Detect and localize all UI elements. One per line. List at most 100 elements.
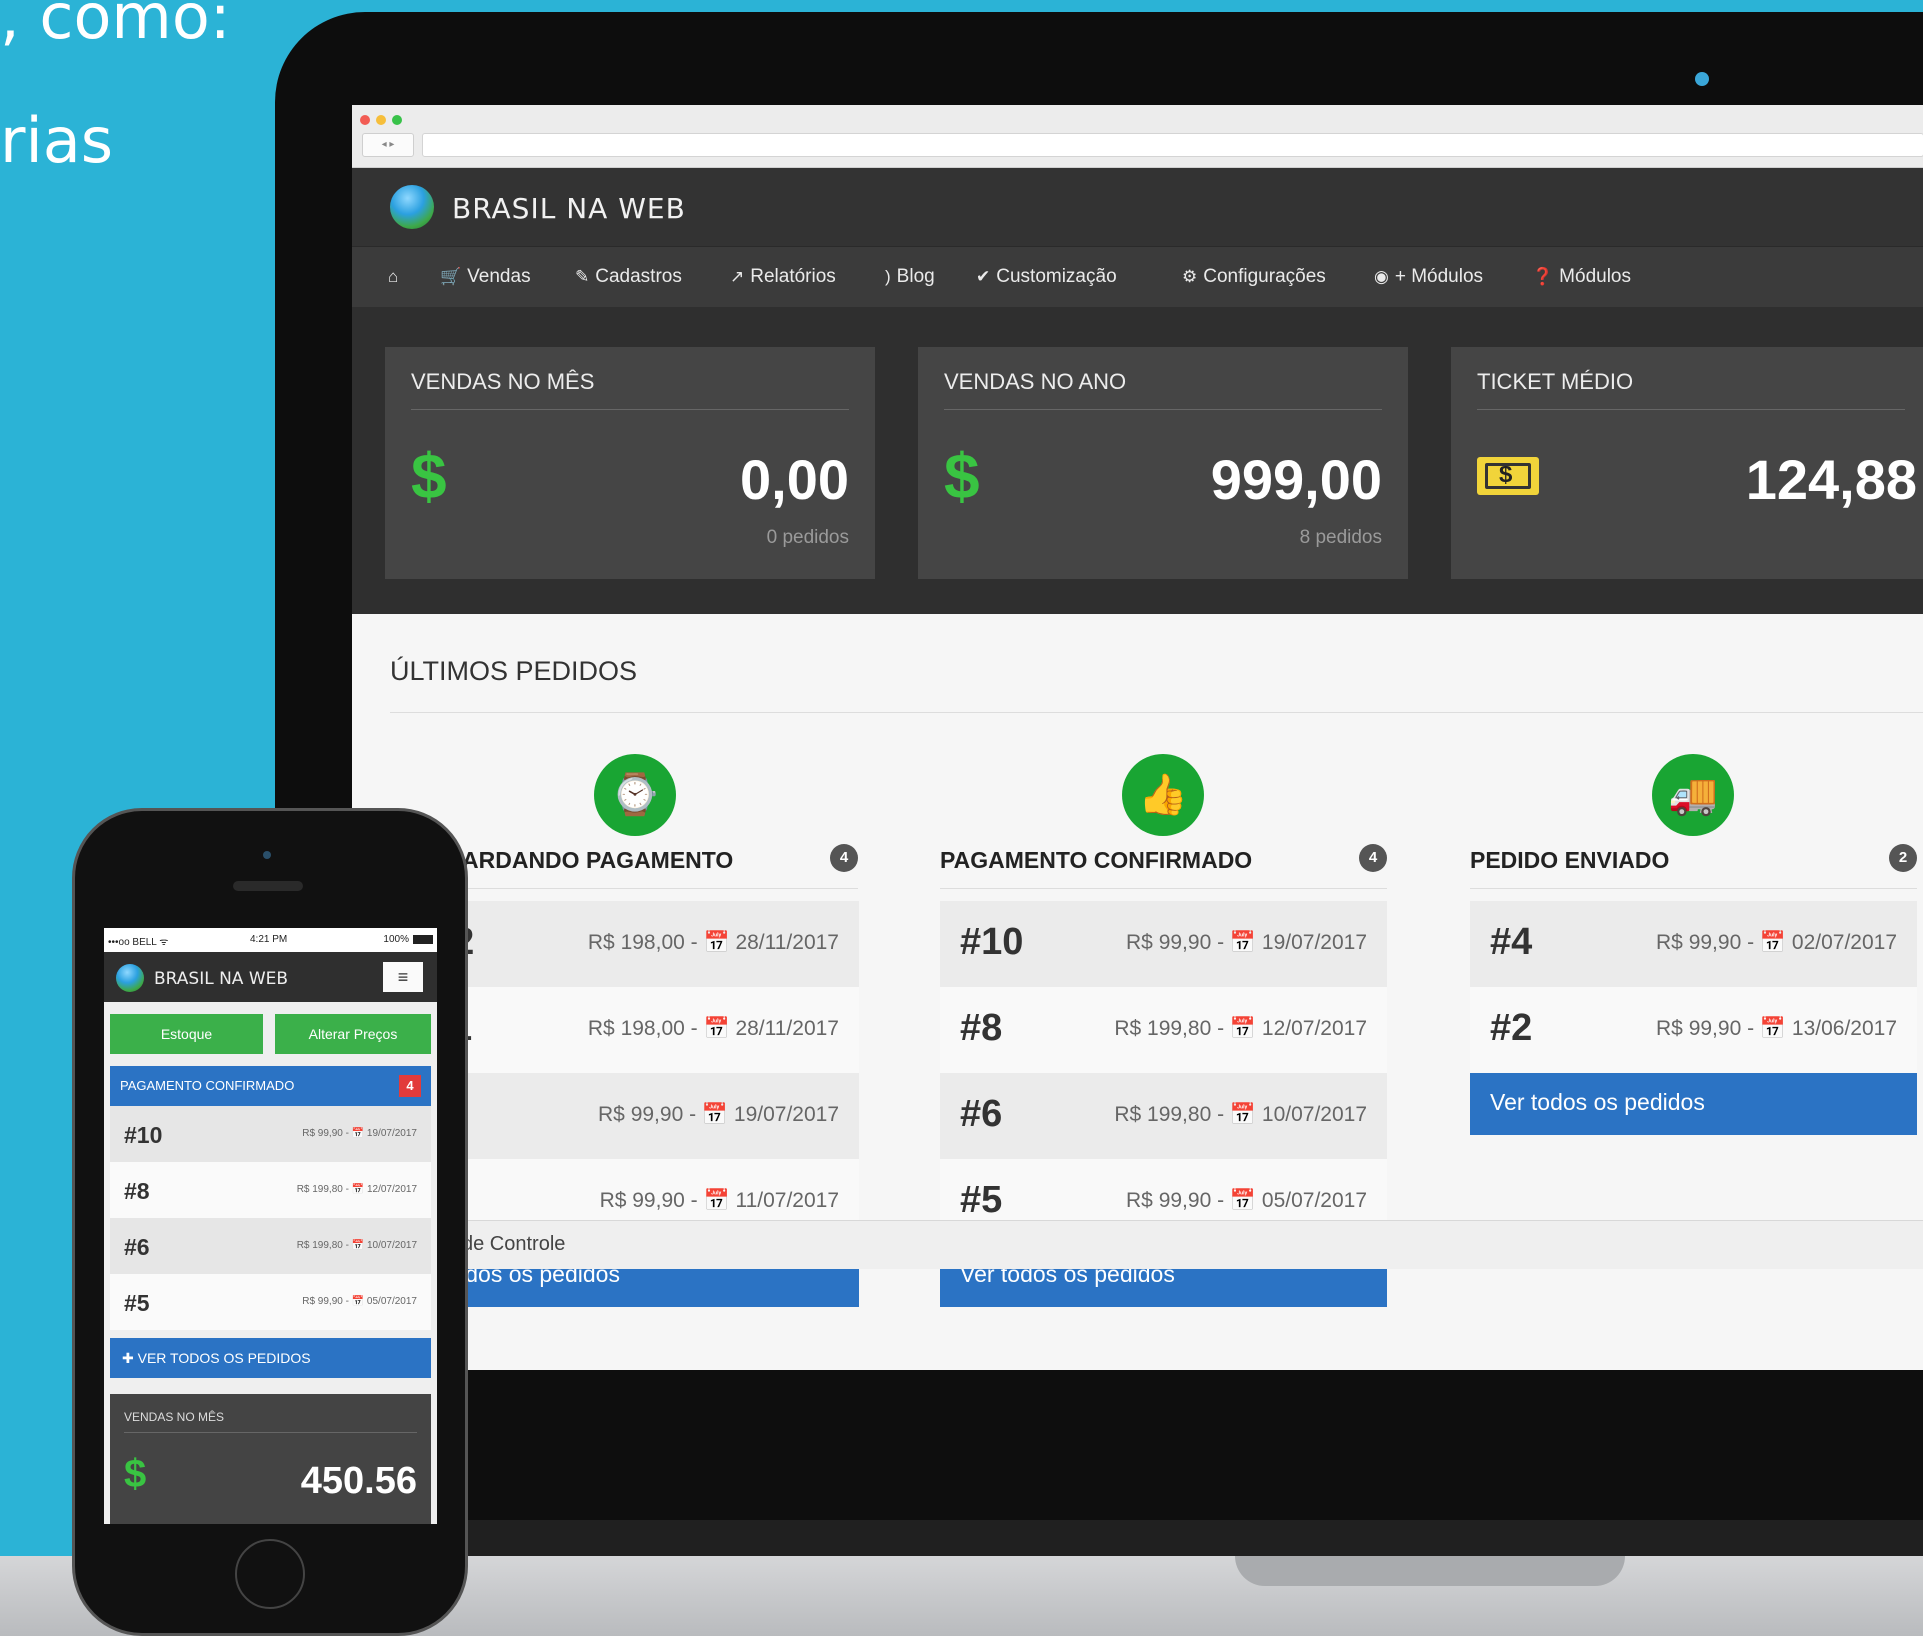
menu-item-relatorios[interactable]: ↗ Relatórios [730, 247, 836, 307]
view-all-orders-button[interactable]: Ver todos os pedidos [1470, 1073, 1917, 1135]
url-bar[interactable] [422, 133, 1923, 157]
order-row[interactable]: #10 R$ 99,90 - 📅 19/07/2017 [940, 901, 1387, 987]
menu-item-configuracoes[interactable]: ⚙ Configurações [1182, 247, 1326, 307]
menu-label: Blog [896, 266, 935, 287]
order-row[interactable]: 9 R$ 99,90 - 📅 19/07/2017 [412, 1073, 859, 1159]
order-row[interactable]: #6 R$ 199,80 - 📅 10/07/2017 [940, 1073, 1387, 1159]
chart-icon: ↗ [730, 267, 745, 286]
brush-icon: ✔ [976, 267, 991, 286]
menu-label: Configurações [1203, 266, 1326, 287]
stat-card-vendas-mes: VENDAS NO MÊS $ 0,00 0 pedidos [385, 347, 875, 579]
order-number: #6 [124, 1234, 150, 1260]
order-info: R$ 99,90 - 📅 05/07/2017 [1126, 1189, 1367, 1212]
stat-value: 124,88 [1745, 448, 1917, 511]
count-badge: 2 [1889, 844, 1917, 872]
divider [390, 712, 1923, 713]
close-dot[interactable] [360, 115, 370, 125]
home-button[interactable] [235, 1539, 305, 1609]
money-icon: $ [1477, 457, 1539, 495]
menu-item-vendas[interactable]: 🛒 Vendas [440, 247, 531, 307]
order-number: #5 [124, 1290, 150, 1316]
stat-title: VENDAS NO ANO [944, 369, 1127, 394]
menu-item-customizacao[interactable]: ✔ Customização [976, 247, 1117, 307]
background-text-line-1: , como: [0, 0, 231, 53]
order-number: #8 [124, 1178, 150, 1204]
logo-icon [390, 185, 434, 229]
stat-value: 450.56 [300, 1460, 417, 1502]
menu-item-blog[interactable]: ) Blog [885, 247, 935, 307]
menu-item-home[interactable]: ⌂ [388, 247, 404, 307]
brand-name: BRASIL NA WEB [452, 192, 686, 225]
battery-text: 100% [383, 934, 409, 945]
divider [944, 409, 1382, 410]
view-all-orders-button[interactable]: ✚ VER TODOS OS PEDIDOS [110, 1338, 431, 1378]
count-badge: 4 [830, 844, 858, 872]
browser-bar: ◂ ▸ [352, 105, 1923, 168]
laptop-screen: ◂ ▸ BRASIL NA WEB ⌂ 🛒 Vendas ✎ Cadastros ↗… [352, 105, 1923, 1370]
panel-header: PAGAMENTO CONFIRMADO 4 [110, 1066, 431, 1106]
screen-black-area [352, 1370, 1923, 1520]
maximize-dot[interactable] [392, 115, 402, 125]
menu-item-cadastros[interactable]: ✎ Cadastros [575, 247, 682, 307]
dollar-icon: $ [411, 440, 447, 512]
order-row[interactable]: #2 R$ 99,90 - 📅 13/06/2017 [1470, 987, 1917, 1073]
brand-name: BRASIL NA WEB [154, 969, 289, 989]
laptop-camera [1695, 72, 1709, 86]
order-number: #4 [1490, 921, 1533, 963]
order-row[interactable]: 12 R$ 198,00 - 📅 28/11/2017 [412, 901, 859, 987]
hamburger-menu-icon[interactable]: ≡ [383, 962, 423, 992]
stat-sub: 0 pedidos [766, 527, 849, 548]
order-info: R$ 99,90 - 📅 19/07/2017 [1126, 931, 1367, 954]
phone-camera [263, 851, 271, 859]
order-row[interactable]: 11 R$ 198,00 - 📅 28/11/2017 [412, 987, 859, 1073]
stats-area: VENDAS NO MÊS $ 0,00 0 pedidos VENDAS NO… [352, 307, 1923, 614]
alterar-precos-button[interactable]: Alterar Preços [275, 1014, 431, 1054]
order-info: R$ 99,90 - 📅 02/07/2017 [1656, 931, 1897, 954]
order-row[interactable]: #8 R$ 199,80 - 📅 12/07/2017 [940, 987, 1387, 1073]
order-number: #8 [960, 1007, 1003, 1049]
order-number: #5 [960, 1179, 1003, 1221]
clock-icon: ⌚ [594, 754, 676, 836]
estoque-button[interactable]: Estoque [110, 1014, 263, 1054]
truck-icon: 🚚 [1652, 754, 1734, 836]
app-header: BRASIL NA WEB [352, 168, 1923, 246]
menu-label: Vendas [467, 266, 531, 287]
minimize-dot[interactable] [376, 115, 386, 125]
laptop-notch [1235, 1556, 1625, 1586]
order-info: R$ 199,80 - 📅 10/07/2017 [1114, 1103, 1367, 1126]
column-title: PEDIDO ENVIADO [1470, 847, 1670, 873]
menu-item-modulos[interactable]: ❓ Módulos [1532, 247, 1631, 307]
order-info: R$ 99,90 - 📅 13/06/2017 [1656, 1017, 1897, 1040]
menu-label: + Módulos [1394, 266, 1484, 287]
carrier-text: •••oo BELL ᯤ [108, 937, 169, 948]
battery-icon [413, 935, 433, 944]
order-row[interactable]: #8 R$ 199,80 - 📅 12/07/2017 [110, 1162, 431, 1218]
section-title: ÚLTIMOS PEDIDOS [390, 656, 638, 686]
order-number: #2 [1490, 1007, 1533, 1049]
stat-card-ticket-medio: TICKET MÉDIO $ 124,88 [1451, 347, 1923, 579]
order-row[interactable]: #4 R$ 99,90 - 📅 02/07/2017 [1470, 901, 1917, 987]
dollar-icon: $ [944, 440, 980, 512]
order-row[interactable]: #5 R$ 99,90 - 📅 05/07/2017 [110, 1274, 431, 1330]
phone-screen: •••oo BELL ᯤ 4:21 PM 100% BRASIL NA WEB … [104, 928, 437, 1524]
order-row[interactable]: #6 R$ 199,80 - 📅 10/07/2017 [110, 1218, 431, 1274]
order-info: R$ 99,90 - 📅 19/07/2017 [302, 1128, 417, 1139]
order-info: R$ 199,80 - 📅 10/07/2017 [296, 1240, 417, 1251]
order-info: R$ 198,00 - 📅 28/11/2017 [587, 1017, 839, 1040]
stat-card-vendas-ano: VENDAS NO ANO $ 999,00 8 pedidos [918, 347, 1408, 579]
gear-icon: ⚙ [1182, 267, 1198, 286]
order-info: R$ 99,90 - 📅 11/07/2017 [599, 1189, 839, 1212]
order-info: R$ 99,90 - 📅 19/07/2017 [598, 1103, 839, 1126]
order-number: #10 [960, 921, 1024, 963]
menu-item-mais-modulos[interactable]: ◉ + Módulos [1374, 247, 1483, 307]
dollar-icon: $ [124, 1452, 147, 1496]
phone-speaker [233, 881, 303, 891]
count-badge: 4 [399, 1075, 421, 1097]
divider [1470, 888, 1917, 889]
browser-nav-arrows[interactable]: ◂ ▸ [362, 133, 414, 157]
order-row[interactable]: #10 R$ 99,90 - 📅 19/07/2017 [110, 1106, 431, 1162]
column-title: PAGAMENTO CONFIRMADO [940, 847, 1253, 873]
stat-title: VENDAS NO MÊS [124, 1410, 225, 1424]
stat-card-vendas-mes: VENDAS NO MÊS $ 450.56 [110, 1394, 431, 1524]
thumbs-up-icon: 👍 [1122, 754, 1204, 836]
